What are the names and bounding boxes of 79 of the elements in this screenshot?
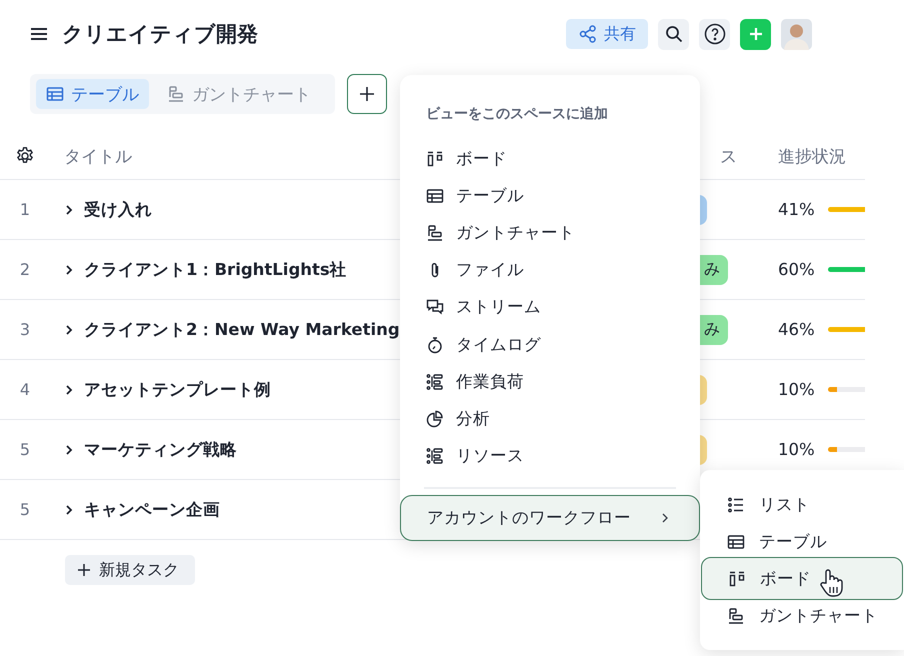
- task-title[interactable]: クライアント2：New Way Marketing: [84, 318, 400, 340]
- menu-item-label: ファイル: [456, 259, 524, 282]
- task-title[interactable]: キャンペーン企画: [84, 498, 220, 520]
- gantt-icon: [167, 85, 185, 103]
- plus-icon: [748, 27, 762, 41]
- column-header: 進捗状況: [778, 146, 846, 168]
- row-number: 1: [20, 200, 30, 219]
- row-number: 2: [20, 260, 30, 279]
- menu-item[interactable]: 分析: [400, 400, 700, 438]
- submenu-item[interactable]: ボード: [701, 557, 903, 600]
- help-icon: [704, 23, 726, 45]
- task-title[interactable]: マーケティング戦略: [84, 438, 237, 460]
- new-task-button[interactable]: 新規タスク: [65, 555, 195, 585]
- chevron-icon[interactable]: [64, 324, 74, 336]
- progress-percent: 41%: [778, 200, 816, 219]
- menu-item-label: ボード: [456, 148, 507, 170]
- hierarchy-icon: [426, 372, 444, 391]
- row-number: 3: [20, 320, 30, 339]
- menu-item-label: ガントチャート: [759, 604, 878, 626]
- progress-percent: 60%: [778, 260, 816, 279]
- chevron-icon[interactable]: [64, 264, 74, 276]
- gantt-icon: [727, 606, 745, 624]
- menu-item-label: リスト: [759, 494, 810, 516]
- workflow-menu-item[interactable]: アカウントのワークフロー: [400, 494, 700, 541]
- task-title[interactable]: クライアント1：BrightLights社: [84, 258, 347, 280]
- share-button[interactable]: 共有: [566, 19, 648, 49]
- row-number: 5: [20, 440, 30, 459]
- chevron-icon[interactable]: [64, 204, 74, 216]
- row-number: 4: [20, 380, 30, 399]
- menu-item-label: テーブル: [759, 530, 827, 552]
- row-number: 5: [20, 500, 30, 519]
- column-header: タイトル: [64, 146, 132, 168]
- share-icon: [578, 24, 598, 44]
- submenu-item[interactable]: ガントチャート: [700, 597, 904, 634]
- menu-icon[interactable]: [30, 27, 48, 41]
- chevron-icon[interactable]: [64, 444, 74, 456]
- chevron-icon: [661, 512, 669, 524]
- page-title: クリエイティブ開発: [62, 21, 258, 48]
- chevron-icon[interactable]: [64, 384, 74, 396]
- task-title[interactable]: アセットテンプレート例: [84, 378, 271, 400]
- menu-item-label: ボード: [760, 568, 811, 590]
- board-icon: [426, 150, 444, 168]
- stopwatch-icon: [426, 336, 444, 354]
- progress-percent: 46%: [778, 320, 816, 339]
- menu-item[interactable]: ボード: [400, 140, 700, 178]
- menu-item-label: 分析: [456, 408, 490, 430]
- menu-heading: ビューをこのスペースに追加: [425, 105, 609, 124]
- help-button[interactable]: [699, 18, 730, 50]
- table-icon: [46, 85, 64, 103]
- task-title[interactable]: 受け入れ: [84, 198, 152, 220]
- submenu-item[interactable]: リスト: [700, 486, 904, 523]
- chat-bubbles-icon: [426, 298, 444, 316]
- plus-icon: [359, 86, 375, 102]
- add-view-button[interactable]: [347, 74, 387, 114]
- board-icon: [728, 570, 746, 588]
- view-tab[interactable]: テーブル: [36, 79, 149, 109]
- table-icon: [727, 532, 745, 550]
- gantt-icon: [426, 224, 444, 242]
- menu-item[interactable]: ガントチャート: [400, 214, 700, 252]
- progress-percent: 10%: [778, 380, 816, 399]
- search-icon: [664, 25, 682, 43]
- plus-icon: [77, 563, 91, 577]
- chevron-icon[interactable]: [64, 504, 74, 516]
- settings-icon[interactable]: [15, 146, 35, 166]
- hand-cursor-icon: [818, 568, 844, 598]
- menu-item-label: ストリーム: [456, 296, 541, 318]
- menu-item-label: テーブル: [456, 184, 524, 207]
- list-icon: [727, 496, 745, 514]
- column-header: ス: [720, 146, 737, 168]
- submenu-item[interactable]: テーブル: [700, 523, 904, 560]
- menu-item-label: ガントチャート: [456, 222, 575, 244]
- menu-item-label: リソース: [456, 445, 524, 468]
- search-button[interactable]: [658, 18, 689, 50]
- pie-chart-icon: [426, 410, 444, 428]
- progress-percent: 10%: [778, 440, 816, 459]
- menu-item-label: タイムログ: [456, 334, 541, 356]
- table-icon: [426, 186, 444, 205]
- hierarchy-icon: [426, 447, 444, 466]
- menu-item-label: 作業負荷: [456, 370, 524, 393]
